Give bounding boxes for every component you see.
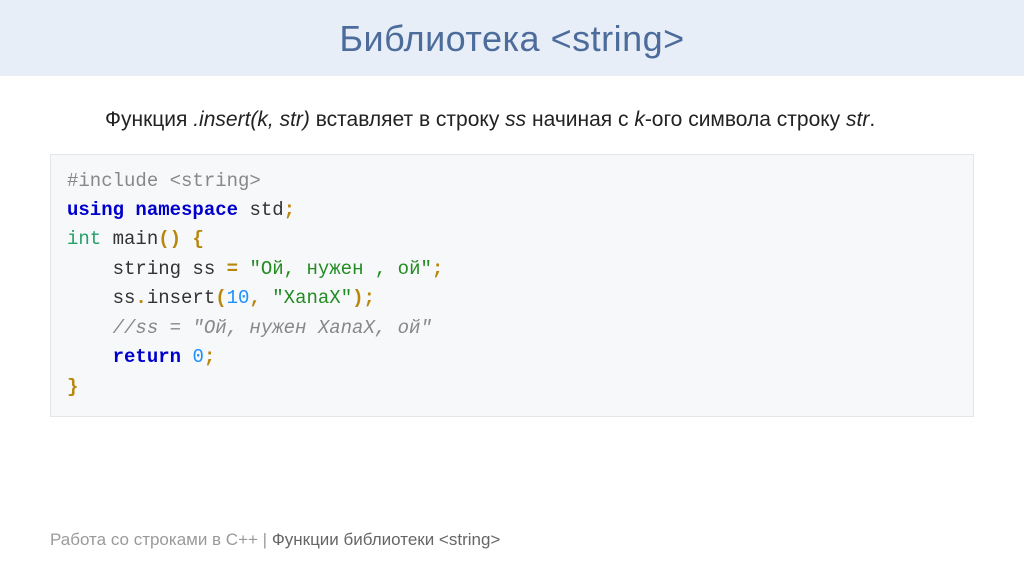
tok-std: std (238, 199, 284, 221)
tok-semi: ; (364, 287, 375, 309)
desc-var-k: k (634, 108, 645, 131)
description-paragraph: Функция .insert(k, str) вставляет в стро… (50, 104, 974, 136)
footer-grey: Работа со строками в C++ | (50, 530, 272, 549)
tok-semi: ; (284, 199, 295, 221)
tok-indent (67, 346, 113, 368)
title-bar: Библиотека <string> (0, 0, 1024, 76)
desc-mid2: начиная с (526, 108, 634, 131)
tok-sp (101, 228, 112, 250)
footer: Работа со строками в C++ | Функции библи… (50, 530, 500, 550)
tok-lparen: ( (215, 287, 226, 309)
tok-using: using (67, 199, 124, 221)
tok-rparen: ) (352, 287, 363, 309)
code-line-6: //ss = "Ой, нужен XanaX, ой" (67, 314, 957, 343)
tok-num-10: 10 (227, 287, 250, 309)
desc-period: . (869, 108, 875, 131)
desc-prefix: Функция (105, 108, 193, 131)
tok-int: int (67, 228, 101, 250)
tok-brace-close: } (67, 376, 78, 398)
tok-sp (181, 346, 192, 368)
tok-include: #include <string> (67, 170, 261, 192)
tok-sp (181, 228, 192, 250)
code-line-3: int main() { (67, 225, 957, 254)
tok-sp (124, 199, 135, 221)
tok-num-0: 0 (192, 346, 203, 368)
desc-mid1: вставляет в строку (310, 108, 505, 131)
tok-dot: . (135, 287, 146, 309)
code-block: #include <string>using namespace std;int… (50, 154, 974, 418)
code-line-1: #include <string> (67, 167, 957, 196)
tok-parens: () (158, 228, 181, 250)
desc-var-ss: ss (505, 108, 526, 131)
tok-semi: ; (432, 258, 443, 280)
code-line-8: } (67, 373, 957, 402)
tok-return: return (113, 346, 181, 368)
tok-ss: ss (67, 287, 135, 309)
desc-var-str: str (846, 108, 869, 131)
tok-decl: string ss (67, 258, 227, 280)
tok-brace-open: { (192, 228, 203, 250)
tok-comment: //ss = "Ой, нужен XanaX, ой" (67, 317, 432, 339)
tok-comma: , (249, 287, 260, 309)
code-line-2: using namespace std; (67, 196, 957, 225)
code-line-7: return 0; (67, 343, 957, 372)
tok-insert: insert (147, 287, 215, 309)
page-title: Библиотека <string> (0, 18, 1024, 60)
tok-sp (238, 258, 249, 280)
code-line-4: string ss = "Ой, нужен , ой"; (67, 255, 957, 284)
tok-main: main (113, 228, 159, 250)
tok-namespace: namespace (135, 199, 238, 221)
desc-func: .insert(k, str) (193, 108, 310, 131)
footer-dark: Функции библиотеки <string> (272, 530, 501, 549)
tok-eq: = (227, 258, 238, 280)
tok-string-1: "Ой, нужен , ой" (249, 258, 431, 280)
code-line-5: ss.insert(10, "XanaX"); (67, 284, 957, 313)
desc-suffix-k: -ого символа строку (645, 108, 846, 131)
tok-semi: ; (204, 346, 215, 368)
content: Функция .insert(k, str) вставляет в стро… (0, 76, 1024, 417)
tok-sp (261, 287, 272, 309)
tok-string-2: "XanaX" (272, 287, 352, 309)
